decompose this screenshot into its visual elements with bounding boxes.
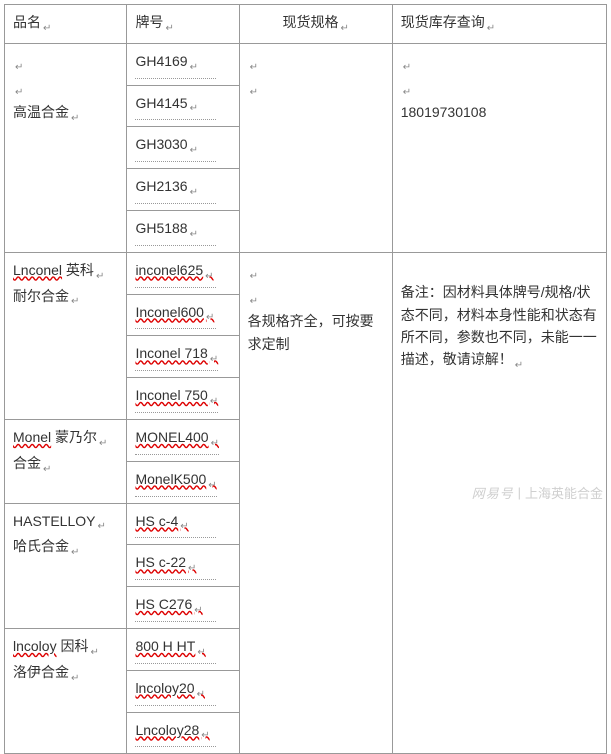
grade-cell: inconel625 <box>127 252 239 294</box>
grade-cell: Inconel600 <box>127 294 239 336</box>
grade-cell: Inconel 750 <box>127 378 239 420</box>
header-spec: 现货规格 <box>239 5 392 44</box>
grade-cell: HS c-4 <box>127 503 239 545</box>
grade-cell: MONEL400 <box>127 419 239 461</box>
grade-cell: MonelK500 <box>127 461 239 503</box>
grade-cell: GH3030 <box>127 127 239 169</box>
grade-cell: Lncoloy28 <box>127 712 239 754</box>
grade-cell: GH4145 <box>127 85 239 127</box>
grade-cell: GH4169 <box>127 43 239 85</box>
category-cell: Lnconel 英科耐尔合金 <box>5 252 127 419</box>
spec-cell-top <box>239 43 392 252</box>
grade-cell: GH5188 <box>127 210 239 252</box>
spec-cell-main: 各规格齐全，可按要求定制 <box>239 252 392 754</box>
grade-cell: GH2136 <box>127 169 239 211</box>
category-cell: Monel 蒙乃尔合金 <box>5 419 127 503</box>
material-table: 品名牌号现货规格现货库存查询高温合金GH4169 18019730108 GH414… <box>4 4 607 754</box>
header-stock: 现货库存查询 <box>392 5 606 44</box>
grade-cell: 800 H HT <box>127 628 239 670</box>
grade-cell: HS c-22 <box>127 545 239 587</box>
stock-phone-cell: 18019730108 <box>392 43 606 252</box>
category-cell: HASTELLOY哈氏合金 <box>5 503 127 628</box>
header-grade: 牌号 <box>127 5 239 44</box>
stock-note-cell: 备注：因材料具体牌号/规格/状态不同，材料本身性能和状态有所不同，参数也不同，未… <box>392 252 606 754</box>
header-name: 品名 <box>5 5 127 44</box>
grade-cell: HS C276 <box>127 587 239 629</box>
grade-cell: Inconel 718 <box>127 336 239 378</box>
category-cell: lncoloy 因科洛伊合金 <box>5 628 127 753</box>
grade-cell: lncoloy20 <box>127 670 239 712</box>
category-superalloy: 高温合金 <box>5 43 127 252</box>
